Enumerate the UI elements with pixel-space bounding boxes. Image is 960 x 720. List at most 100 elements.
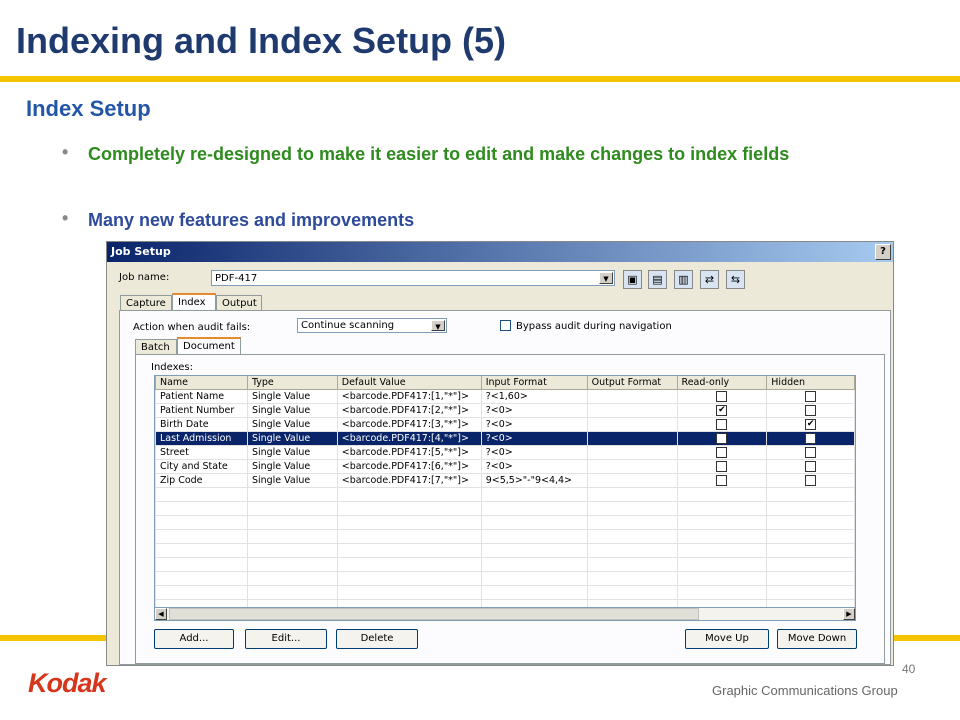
audit-action-select[interactable]: Continue scanning ▼: [297, 318, 447, 333]
empty-cell[interactable]: [676, 487, 768, 502]
cell-default[interactable]: <barcode.PDF417:[4,"*"]>: [336, 431, 482, 446]
empty-cell[interactable]: [246, 585, 338, 600]
empty-cell[interactable]: [155, 571, 248, 586]
hidden-checkbox[interactable]: [805, 461, 817, 472]
save-icon[interactable]: ▣: [623, 270, 642, 289]
readonly-checkbox[interactable]: ✔: [716, 405, 728, 416]
empty-row[interactable]: [155, 515, 855, 530]
cell-input[interactable]: ?<0>: [480, 403, 588, 418]
cell-default[interactable]: <barcode.PDF417:[7,"*"]>: [336, 473, 482, 488]
cell-output[interactable]: [586, 473, 678, 488]
empty-cell[interactable]: [336, 515, 482, 530]
table-row[interactable]: Zip Code Single Value <barcode.PDF417:[7,"…: [155, 473, 855, 488]
cell-name[interactable]: City and State: [155, 459, 248, 474]
import-icon[interactable]: ⇄: [700, 270, 719, 289]
cell-input[interactable]: ?<0>: [480, 459, 588, 474]
cell-input[interactable]: ?<0>: [480, 431, 588, 446]
delete-button[interactable]: Delete: [336, 629, 418, 649]
empty-cell[interactable]: [586, 557, 678, 572]
empty-cell[interactable]: [480, 501, 588, 516]
empty-row[interactable]: [155, 585, 855, 600]
empty-cell[interactable]: [155, 557, 248, 572]
empty-cell[interactable]: [480, 543, 588, 558]
empty-cell[interactable]: [586, 529, 678, 544]
save-as-icon[interactable]: ▤: [648, 270, 667, 289]
empty-row[interactable]: [155, 543, 855, 558]
empty-cell[interactable]: [676, 571, 768, 586]
empty-cell[interactable]: [676, 585, 768, 600]
empty-cell[interactable]: [766, 557, 855, 572]
empty-row[interactable]: [155, 501, 855, 516]
empty-cell[interactable]: [336, 571, 482, 586]
horizontal-scrollbar[interactable]: ◀ ▶: [154, 607, 856, 621]
empty-cell[interactable]: [586, 501, 678, 516]
help-button[interactable]: ?: [875, 244, 891, 260]
empty-cell[interactable]: [766, 501, 855, 516]
empty-cell[interactable]: [246, 515, 338, 530]
cell-default[interactable]: <barcode.PDF417:[5,"*"]>: [336, 445, 482, 460]
cell-default[interactable]: <barcode.PDF417:[3,"*"]>: [336, 417, 482, 432]
table-row[interactable]: Patient Number Single Value <barcode.PDF41…: [155, 403, 855, 418]
tab-output[interactable]: Output: [216, 295, 262, 311]
readonly-checkbox[interactable]: [716, 475, 728, 486]
empty-cell[interactable]: [676, 501, 768, 516]
readonly-checkbox[interactable]: [716, 447, 728, 458]
empty-cell[interactable]: [246, 571, 338, 586]
cell-type[interactable]: Single Value: [246, 417, 338, 432]
hidden-checkbox[interactable]: [805, 433, 817, 444]
empty-cell[interactable]: [336, 529, 482, 544]
hidden-checkbox[interactable]: [805, 405, 817, 416]
cell-output[interactable]: [586, 445, 678, 460]
empty-cell[interactable]: [155, 529, 248, 544]
chevron-down-icon[interactable]: ▼: [599, 272, 613, 284]
readonly-checkbox[interactable]: [716, 433, 728, 444]
empty-cell[interactable]: [480, 585, 588, 600]
empty-cell[interactable]: [155, 515, 248, 530]
empty-cell[interactable]: [246, 487, 338, 502]
empty-cell[interactable]: [586, 585, 678, 600]
scroll-right-icon[interactable]: ▶: [843, 608, 855, 620]
empty-cell[interactable]: [766, 487, 855, 502]
scroll-left-icon[interactable]: ◀: [155, 608, 167, 620]
table-row[interactable]: City and State Single Value <barcode.PDF41…: [155, 459, 855, 474]
empty-row[interactable]: [155, 529, 855, 544]
empty-cell[interactable]: [480, 529, 588, 544]
hidden-checkbox[interactable]: [805, 475, 817, 486]
empty-cell[interactable]: [766, 515, 855, 530]
empty-cell[interactable]: [676, 543, 768, 558]
tab-index[interactable]: Index: [172, 293, 216, 311]
hidden-checkbox[interactable]: [805, 391, 817, 402]
chevron-down-icon[interactable]: ▼: [431, 320, 445, 331]
export-icon[interactable]: ⇆: [726, 270, 745, 289]
cell-input[interactable]: 9<5,5>"-"9<4,4>: [480, 473, 588, 488]
cell-type[interactable]: Single Value: [246, 445, 338, 460]
empty-cell[interactable]: [155, 543, 248, 558]
move-up-button[interactable]: Move Up: [685, 629, 769, 649]
scroll-thumb[interactable]: [169, 608, 699, 620]
cell-type[interactable]: Single Value: [246, 389, 338, 404]
cell-output[interactable]: [586, 459, 678, 474]
empty-cell[interactable]: [586, 571, 678, 586]
move-down-button[interactable]: Move Down: [777, 629, 857, 649]
empty-cell[interactable]: [480, 557, 588, 572]
hidden-checkbox[interactable]: ✔: [805, 419, 817, 430]
add-button[interactable]: Add...: [154, 629, 234, 649]
empty-cell[interactable]: [480, 487, 588, 502]
tab-document[interactable]: Document: [177, 337, 241, 355]
empty-cell[interactable]: [336, 487, 482, 502]
empty-cell[interactable]: [155, 487, 248, 502]
empty-cell[interactable]: [246, 529, 338, 544]
empty-row[interactable]: [155, 571, 855, 586]
column-header-default-value[interactable]: Default Value: [336, 376, 482, 390]
column-header-input-format[interactable]: Input Format: [480, 376, 588, 390]
empty-cell[interactable]: [586, 487, 678, 502]
cell-input[interactable]: ?<0>: [480, 445, 588, 460]
cell-type[interactable]: Single Value: [246, 459, 338, 474]
cell-name[interactable]: Patient Number: [155, 403, 248, 418]
edit-button[interactable]: Edit...: [245, 629, 327, 649]
empty-cell[interactable]: [766, 543, 855, 558]
empty-cell[interactable]: [246, 501, 338, 516]
empty-cell[interactable]: [676, 557, 768, 572]
table-row[interactable]: Birth Date Single Value <barcode.PDF417:[3…: [155, 417, 855, 432]
cell-name[interactable]: Zip Code: [155, 473, 248, 488]
